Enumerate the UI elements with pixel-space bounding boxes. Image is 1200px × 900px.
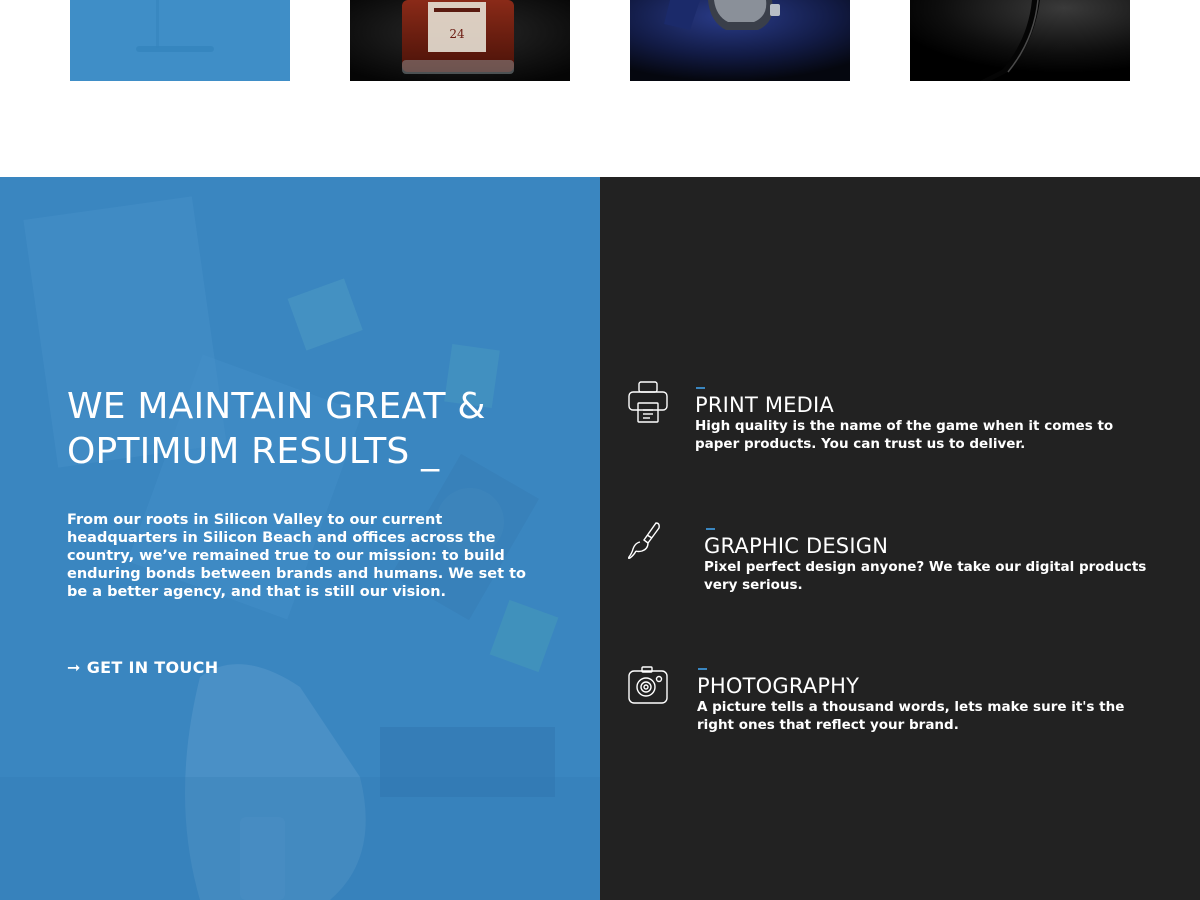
get-in-touch-label: GET IN TOUCH — [86, 657, 219, 677]
service-description: High quality is the name of the game whe… — [695, 418, 1114, 452]
about-description: From our roots in Silicon Valley to our … — [67, 512, 527, 600]
headline-line-1: WE MAINTAIN GREAT & — [67, 386, 486, 427]
accent-dash — [706, 528, 715, 530]
bottle-label-number: 24 — [449, 27, 465, 41]
portfolio-thumb-dark[interactable] — [910, 0, 1130, 81]
headline-line-2: OPTIMUM RESULTS _ — [67, 431, 440, 472]
service-description: A picture tells a thousand words, lets m… — [697, 699, 1125, 733]
portfolio-thumb-whiskey[interactable]: 24 — [350, 0, 570, 81]
portfolio-strip: 24 — [0, 0, 1200, 177]
paintbrush-icon — [626, 521, 666, 563]
about-panel: WE MAINTAIN GREAT & OPTIMUM RESULTS _ Fr… — [0, 177, 600, 900]
services-panel: PRINT MEDIA High quality is the name of … — [600, 177, 1200, 900]
portfolio-thumb-watch[interactable] — [630, 0, 850, 81]
get-in-touch-link[interactable]: ➞ GET IN TOUCH — [67, 656, 218, 678]
accent-dash — [696, 387, 705, 389]
service-title: PRINT MEDIA — [695, 393, 834, 417]
blue-desk-image — [70, 0, 290, 81]
about-headline: WE MAINTAIN GREAT & OPTIMUM RESULTS _ — [67, 384, 537, 474]
wristwatch-image — [630, 0, 850, 81]
portfolio-thumb-desk[interactable] — [70, 0, 290, 81]
arrow-right-icon: ➞ — [67, 657, 81, 677]
service-title: GRAPHIC DESIGN — [704, 534, 889, 558]
printer-icon — [628, 381, 668, 423]
accent-dash — [698, 668, 707, 670]
camera-icon — [628, 665, 668, 707]
dark-product-image — [910, 0, 1130, 81]
service-description: Pixel perfect design anyone? We take our… — [704, 559, 1147, 593]
whiskey-bottle-image: 24 — [350, 0, 570, 81]
service-title: PHOTOGRAPHY — [697, 674, 860, 698]
